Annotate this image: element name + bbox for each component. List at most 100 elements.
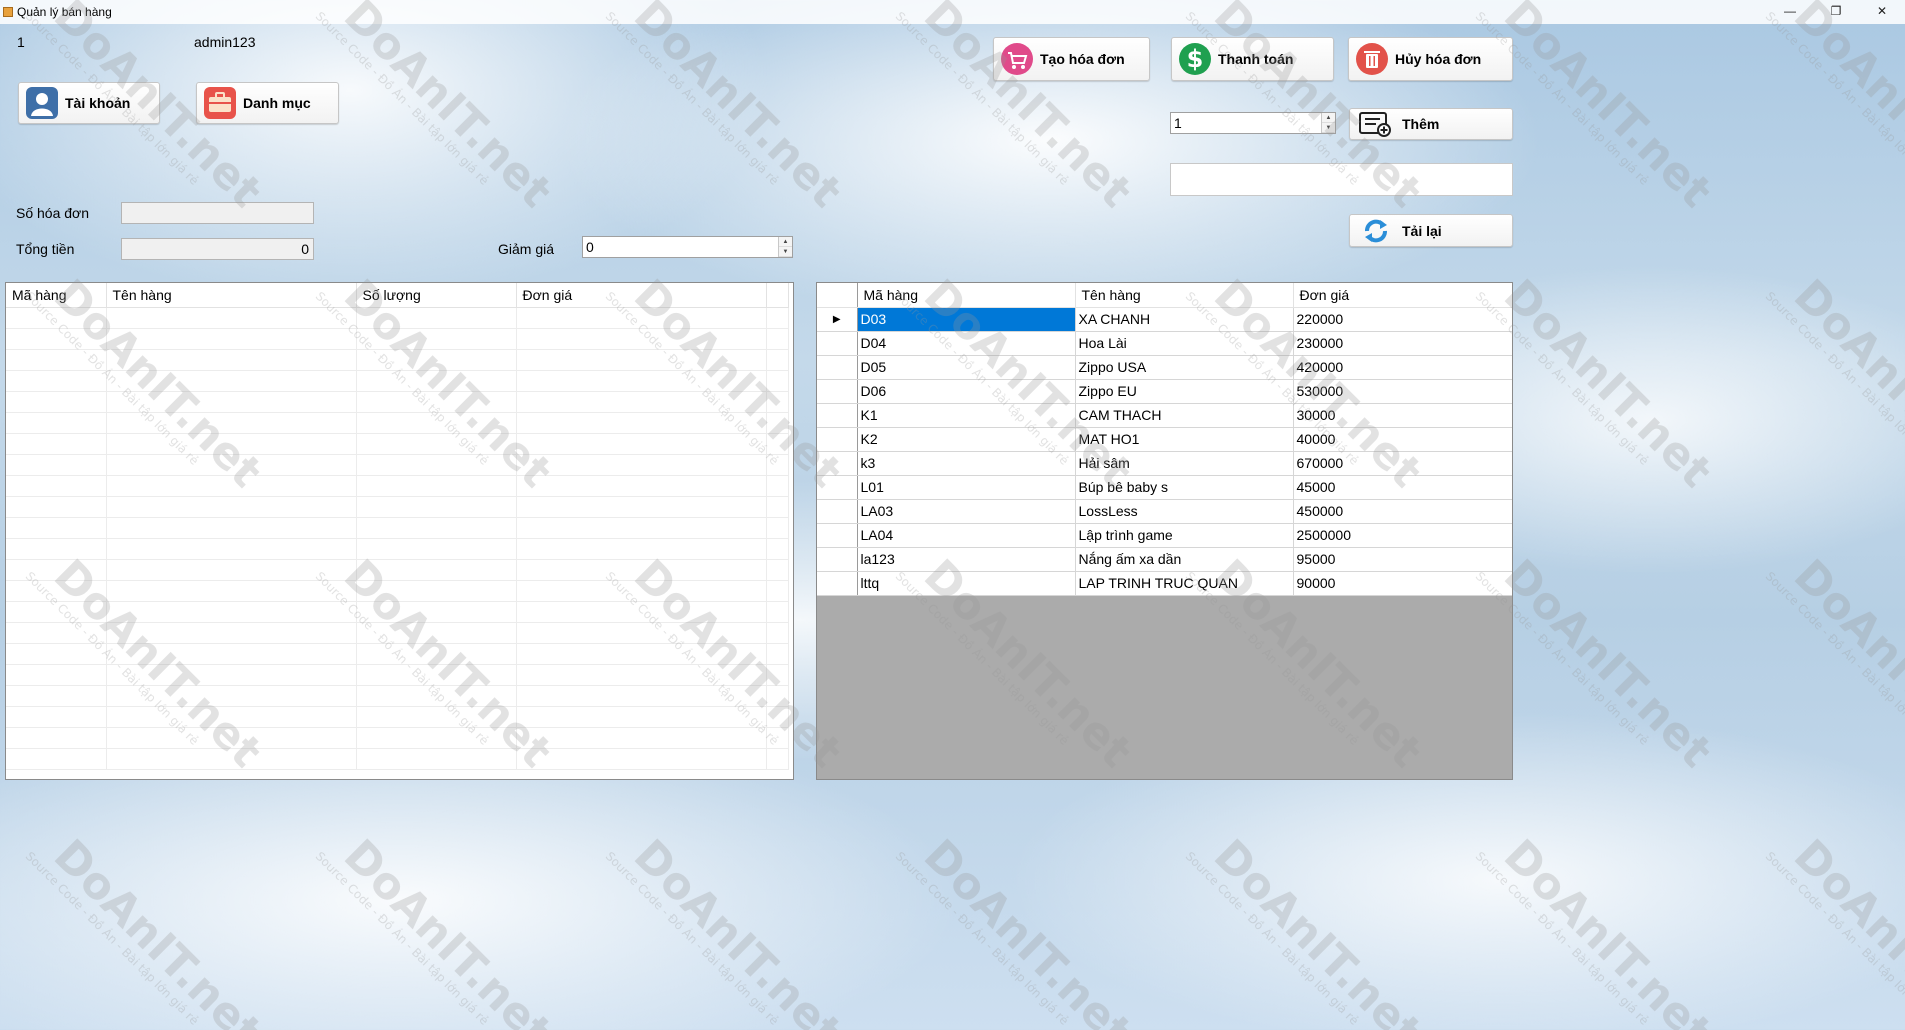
product-name-cell[interactable]: Zippo EU: [1075, 379, 1294, 404]
product-row[interactable]: D06 Zippo EU 530000: [817, 379, 1512, 404]
app-icon: [3, 7, 13, 17]
watermark-text: DoAnIT.net: [1783, 0, 1905, 218]
product-price-cell[interactable]: 230000: [1293, 331, 1512, 356]
discount-up-arrow[interactable]: ▲: [779, 237, 792, 247]
invoice-empty-cell: [356, 391, 517, 413]
row-selector[interactable]: [817, 571, 858, 596]
cancel-invoice-button[interactable]: Hủy hóa đơn: [1348, 37, 1513, 81]
product-name-cell[interactable]: LAP TRINH TRUC QUAN: [1075, 571, 1294, 596]
row-selector[interactable]: [817, 379, 858, 404]
product-row[interactable]: D04 Hoa Lài 230000: [817, 331, 1512, 356]
invoice-grid[interactable]: Mã hàng Tên hàng Số lượng Đơn giá: [5, 282, 794, 780]
product-row[interactable]: K1 CAM THACH 30000: [817, 403, 1512, 428]
row-selector[interactable]: [817, 523, 858, 548]
watermark-text: DoAnIT.net: [913, 0, 1142, 218]
row-selector[interactable]: [817, 355, 858, 380]
product-name-cell[interactable]: Zippo USA: [1075, 355, 1294, 380]
product-name-cell[interactable]: Lập trình game: [1075, 523, 1294, 548]
minimize-button[interactable]: —: [1767, 0, 1813, 22]
product-row[interactable]: D05 Zippo USA 420000: [817, 355, 1512, 380]
total-field[interactable]: 0: [121, 238, 314, 260]
product-row[interactable]: K2 MAT HO1 40000: [817, 427, 1512, 452]
product-price-cell[interactable]: 30000: [1293, 403, 1512, 428]
product-code-cell[interactable]: LA04: [857, 523, 1076, 548]
discount-down-arrow[interactable]: ▼: [779, 247, 792, 257]
invoice-col-name[interactable]: Tên hàng: [106, 283, 357, 308]
invoice-number-field[interactable]: [121, 202, 314, 224]
product-code-cell[interactable]: D03: [857, 307, 1076, 332]
account-button[interactable]: Tài khoản: [18, 82, 160, 124]
product-price-cell[interactable]: 45000: [1293, 475, 1512, 500]
invoice-col-price[interactable]: Đơn giá: [516, 283, 767, 308]
invoice-empty-cell: [516, 328, 767, 350]
product-code-cell[interactable]: D06: [857, 379, 1076, 404]
invoice-empty-cell: [766, 601, 789, 623]
row-selector[interactable]: [817, 331, 858, 356]
catalog-button[interactable]: Danh mục: [196, 82, 339, 124]
product-name-cell[interactable]: MAT HO1: [1075, 427, 1294, 452]
product-name-cell[interactable]: Hải sâm: [1075, 451, 1294, 476]
watermark-text: DoAnIT.net: [1203, 830, 1432, 1030]
product-col-name[interactable]: Tên hàng: [1075, 283, 1294, 308]
product-grid[interactable]: Mã hàng Tên hàng Đơn giá ▶ D03 XA CHANH 220…: [816, 282, 1513, 780]
product-row[interactable]: la123 Nắng ấm xa dần 95000: [817, 547, 1512, 572]
product-code-cell[interactable]: K2: [857, 427, 1076, 452]
discount-value: 0: [586, 239, 594, 255]
product-col-price[interactable]: Đơn giá: [1293, 283, 1512, 308]
invoice-empty-cell: [516, 433, 767, 455]
product-name-cell[interactable]: CAM THACH: [1075, 403, 1294, 428]
product-row[interactable]: LA04 Lập trình game 2500000: [817, 523, 1512, 548]
discount-stepper[interactable]: 0 ▲ ▼: [582, 236, 793, 258]
row-selector[interactable]: [817, 499, 858, 524]
product-name-cell[interactable]: Hoa Lài: [1075, 331, 1294, 356]
product-code-cell[interactable]: la123: [857, 547, 1076, 572]
product-search-field[interactable]: [1170, 163, 1513, 196]
row-selector[interactable]: [817, 547, 858, 572]
product-code-cell[interactable]: LA03: [857, 499, 1076, 524]
add-button[interactable]: Thêm: [1349, 108, 1513, 140]
product-price-cell[interactable]: 95000: [1293, 547, 1512, 572]
product-col-code[interactable]: Mã hàng: [857, 283, 1076, 308]
invoice-empty-cell: [766, 433, 789, 455]
product-name-cell[interactable]: XA CHANH: [1075, 307, 1294, 332]
quantity-down-arrow[interactable]: ▼: [1322, 123, 1335, 133]
product-price-cell[interactable]: 90000: [1293, 571, 1512, 596]
row-selector[interactable]: [817, 451, 858, 476]
row-selector[interactable]: [817, 475, 858, 500]
product-row[interactable]: L01 Búp bê baby s 45000: [817, 475, 1512, 500]
quantity-up-arrow[interactable]: ▲: [1322, 113, 1335, 123]
product-code-cell[interactable]: K1: [857, 403, 1076, 428]
product-price-cell[interactable]: 40000: [1293, 427, 1512, 452]
invoice-col-quantity[interactable]: Số lượng: [356, 283, 517, 308]
invoice-col-code[interactable]: Mã hàng: [6, 283, 107, 308]
product-code-cell[interactable]: L01: [857, 475, 1076, 500]
product-price-cell[interactable]: 530000: [1293, 379, 1512, 404]
row-selector[interactable]: ▶: [817, 307, 858, 332]
product-price-cell[interactable]: 420000: [1293, 355, 1512, 380]
product-price-cell[interactable]: 2500000: [1293, 523, 1512, 548]
pay-button[interactable]: $ Thanh toán: [1171, 37, 1334, 81]
product-name-cell[interactable]: Nắng ấm xa dần: [1075, 547, 1294, 572]
product-row[interactable]: lttq LAP TRINH TRUC QUAN 90000: [817, 571, 1512, 596]
product-row[interactable]: LA03 LossLess 450000: [817, 499, 1512, 524]
quantity-stepper[interactable]: 1 ▲ ▼: [1170, 112, 1336, 134]
reload-button[interactable]: Tải lại: [1349, 214, 1513, 247]
create-invoice-button[interactable]: Tạo hóa đơn: [993, 37, 1150, 81]
invoice-empty-cell: [766, 370, 789, 392]
product-row[interactable]: ▶ D03 XA CHANH 220000: [817, 307, 1512, 332]
row-selector[interactable]: [817, 403, 858, 428]
product-code-cell[interactable]: D05: [857, 355, 1076, 380]
product-name-cell[interactable]: LossLess: [1075, 499, 1294, 524]
product-code-cell[interactable]: lttq: [857, 571, 1076, 596]
product-code-cell[interactable]: D04: [857, 331, 1076, 356]
restore-button[interactable]: ❐: [1813, 0, 1859, 22]
product-price-cell[interactable]: 670000: [1293, 451, 1512, 476]
invoice-empty-row: [6, 433, 789, 455]
row-selector[interactable]: [817, 427, 858, 452]
product-code-cell[interactable]: k3: [857, 451, 1076, 476]
close-button[interactable]: ✕: [1859, 0, 1905, 22]
product-row[interactable]: k3 Hải sâm 670000: [817, 451, 1512, 476]
product-name-cell[interactable]: Búp bê baby s: [1075, 475, 1294, 500]
product-price-cell[interactable]: 220000: [1293, 307, 1512, 332]
product-price-cell[interactable]: 450000: [1293, 499, 1512, 524]
